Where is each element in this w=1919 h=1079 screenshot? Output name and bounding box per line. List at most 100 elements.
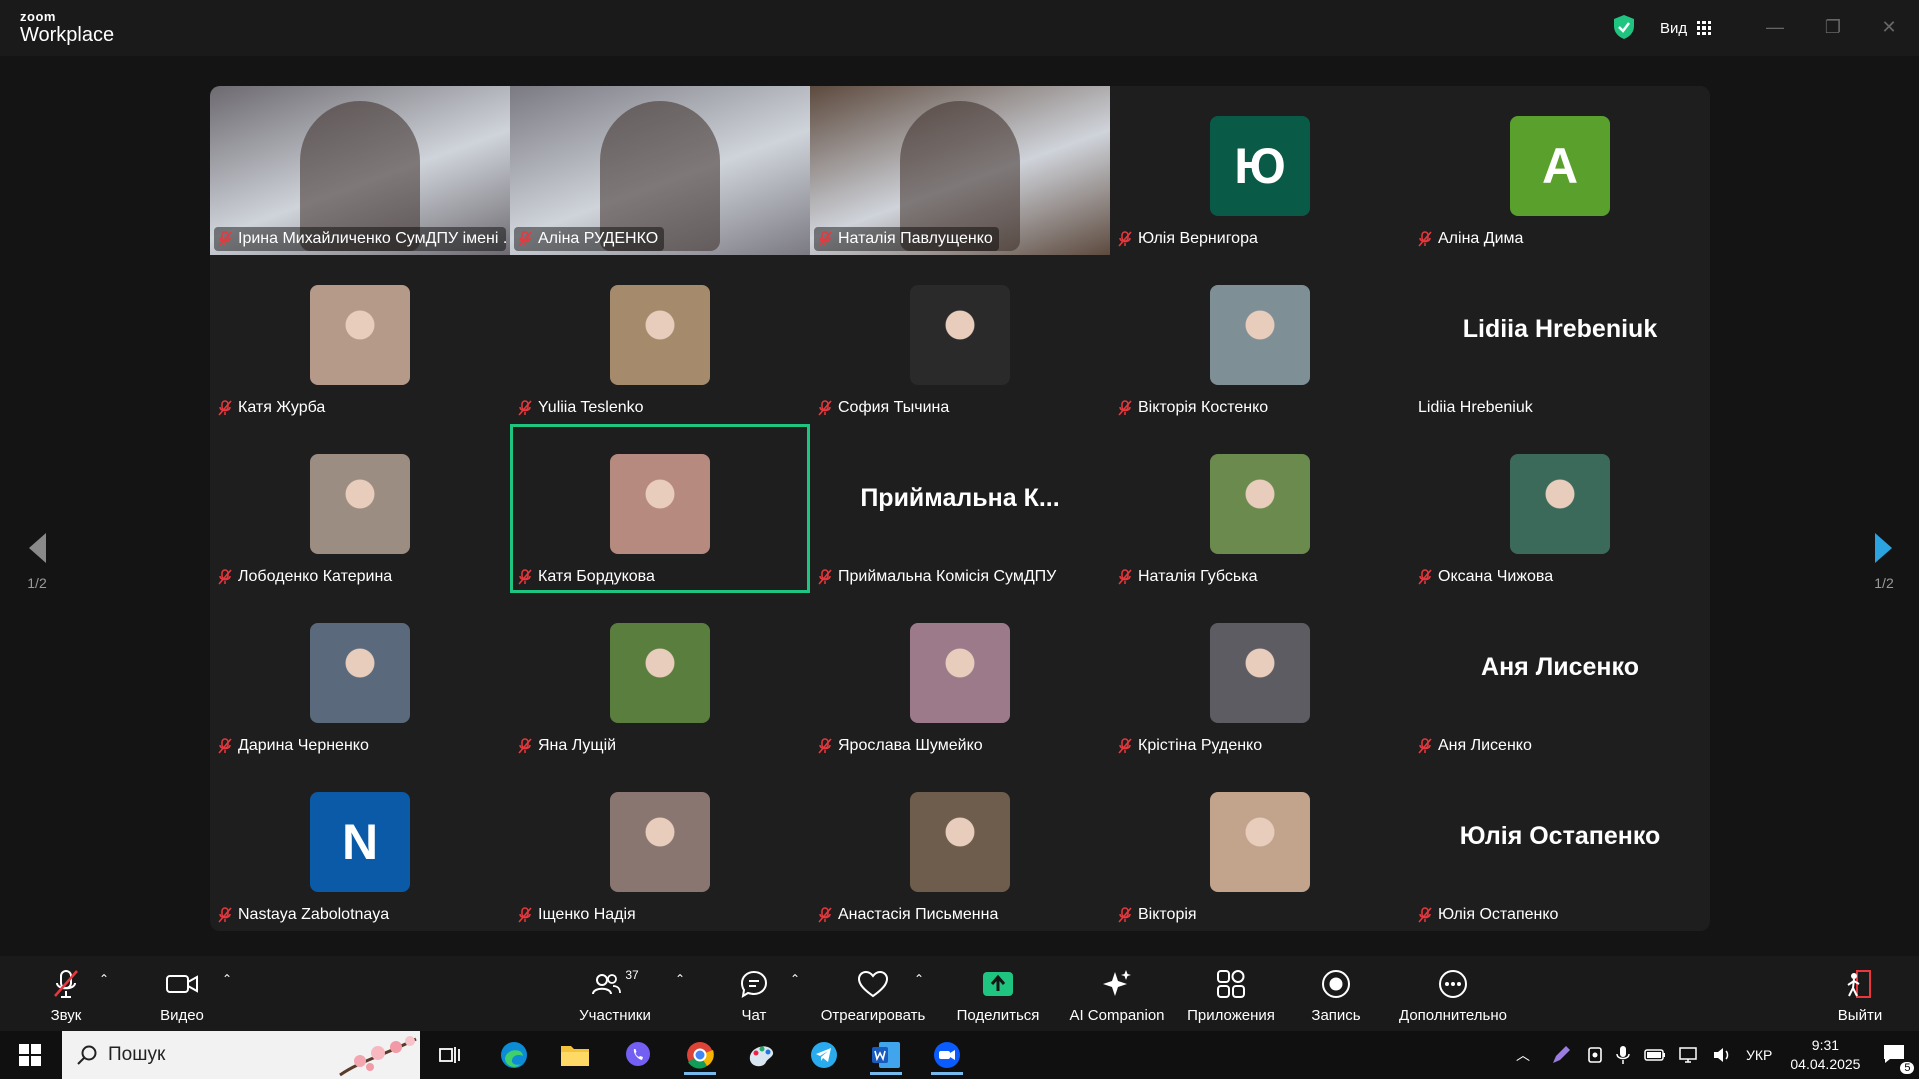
participant-tile[interactable]: Аня Лисенко Аня Лисенко — [1410, 593, 1710, 762]
gallery-view: Ірина Михайличенко СумДПУ імені ... Аліна… — [210, 86, 1710, 931]
react-button[interactable]: Отреагировать — [818, 968, 928, 1024]
participants-button[interactable]: 37 Участники — [575, 968, 655, 1024]
participant-tile[interactable]: Анастасія Письменна — [810, 762, 1110, 931]
share-button[interactable]: Поделиться — [952, 968, 1044, 1024]
participant-tile[interactable]: Вікторія Костенко — [1110, 255, 1410, 424]
avatar — [310, 285, 410, 385]
minimize-icon[interactable]: — — [1762, 14, 1788, 40]
audio-options-caret-icon[interactable]: ⌃ — [99, 972, 109, 986]
participant-tile[interactable]: Lidiia Hrebeniuk Lidiia Hrebeniuk — [1410, 255, 1710, 424]
view-button[interactable]: Вид — [1660, 16, 1712, 40]
participant-tile[interactable]: N Nastaya Zabolotnaya — [210, 762, 510, 931]
more-label: Дополнительно — [1399, 1007, 1507, 1024]
chrome-icon[interactable] — [678, 1035, 722, 1075]
participant-display-name: Юлія Остапенко — [1459, 822, 1661, 850]
logo-brand: zoom — [20, 9, 56, 24]
participant-nameplate: Наталія Губська — [1114, 565, 1264, 589]
mic-muted-icon — [1418, 569, 1432, 585]
pen-tray-icon[interactable] — [1550, 1044, 1572, 1066]
participant-tile[interactable]: Аліна РУДЕНКО — [510, 86, 810, 255]
participant-tile[interactable]: Катя Бордукова — [510, 424, 810, 593]
network-icon[interactable] — [1678, 1046, 1700, 1064]
participant-tile[interactable]: Наталія Павлущенко — [810, 86, 1110, 255]
participant-tile[interactable]: Крістіна Руденко — [1110, 593, 1410, 762]
apps-button[interactable]: Приложения — [1184, 968, 1278, 1024]
apps-icon — [1217, 970, 1245, 998]
participant-tile[interactable]: Дарина Черненко — [210, 593, 510, 762]
participant-tile[interactable]: Лободенко Катерина — [210, 424, 510, 593]
participant-nameplate: Приймальна Комісія СумДПУ — [814, 565, 1062, 589]
next-page-button[interactable]: 1/2 — [1849, 496, 1919, 626]
device-tray-icon[interactable] — [1586, 1045, 1604, 1065]
tray-overflow-chevron-icon[interactable]: ︿ — [1516, 1045, 1530, 1065]
encryption-shield-icon[interactable] — [1612, 14, 1636, 40]
participant-nameplate: Nastaya Zabolotnaya — [214, 903, 395, 927]
participant-tile[interactable]: Вікторія — [1110, 762, 1410, 931]
mic-muted-icon — [818, 569, 832, 585]
zoom-app-icon[interactable] — [925, 1035, 969, 1075]
mic-muted-icon — [1418, 907, 1432, 923]
task-view-icon[interactable] — [428, 1035, 472, 1075]
volume-icon[interactable] — [1712, 1046, 1732, 1064]
participant-tile[interactable]: Яна Лущій — [510, 593, 810, 762]
participant-tile[interactable]: Юлія Остапенко Юлія Остапенко — [1410, 762, 1710, 931]
mic-muted-icon — [1118, 569, 1132, 585]
participant-tile[interactable]: Приймальна К... Приймальна Комісія СумДПУ — [810, 424, 1110, 593]
windows-start-icon[interactable] — [8, 1035, 52, 1075]
avatar — [310, 623, 410, 723]
participant-tile[interactable]: А Аліна Дима — [1410, 86, 1710, 255]
participant-nameplate: Катя Бордукова — [514, 565, 661, 589]
more-button[interactable]: Дополнительно — [1394, 968, 1512, 1024]
microphone-tray-icon[interactable] — [1616, 1045, 1630, 1065]
participant-tile[interactable]: Оксана Чижова — [1410, 424, 1710, 593]
participant-tile[interactable]: Іщенко Надія — [510, 762, 810, 931]
mic-muted-icon — [1418, 738, 1432, 754]
participant-display-name: Lidiia Hrebeniuk — [1462, 315, 1658, 343]
audio-button[interactable]: Звук — [46, 968, 86, 1024]
prev-page-button[interactable]: 1/2 — [2, 496, 72, 626]
react-options-caret-icon[interactable]: ⌃ — [914, 972, 924, 986]
participant-name: Yuliia Teslenko — [538, 399, 644, 416]
maximize-icon[interactable]: ❐ — [1820, 14, 1846, 40]
participant-nameplate: Ярослава Шумейко — [814, 734, 989, 758]
record-button[interactable]: Запись — [1308, 968, 1364, 1024]
participant-tile[interactable]: Yuliia Teslenko — [510, 255, 810, 424]
participant-nameplate: Яна Лущій — [514, 734, 622, 758]
participant-name: Юлія Остапенко — [1438, 906, 1559, 923]
viber-icon[interactable] — [616, 1035, 660, 1075]
ai-companion-button[interactable]: AI Companion — [1066, 968, 1168, 1024]
participant-tile[interactable]: Ю Юлія Вернигора — [1110, 86, 1410, 255]
language-indicator[interactable]: УКР — [1746, 1047, 1772, 1063]
apps-label: Приложения — [1187, 1007, 1275, 1024]
video-button[interactable]: Видео — [152, 968, 212, 1024]
page-indicator-left: 1/2 — [27, 575, 47, 591]
grid-view-icon — [1697, 21, 1712, 35]
participants-options-caret-icon[interactable]: ⌃ — [675, 972, 685, 986]
word-icon[interactable] — [864, 1035, 908, 1075]
participant-nameplate: Ірина Михайличенко СумДПУ імені ... — [214, 227, 506, 251]
participant-name: Аліна Дима — [1438, 230, 1524, 247]
chat-button[interactable]: Чат — [730, 968, 778, 1024]
video-options-caret-icon[interactable]: ⌃ — [222, 972, 232, 986]
paint-icon[interactable] — [739, 1035, 783, 1075]
participant-tile[interactable]: Наталія Губська — [1110, 424, 1410, 593]
telegram-icon[interactable] — [802, 1035, 846, 1075]
leave-button[interactable]: Выйти — [1836, 968, 1884, 1024]
participant-tile[interactable]: Ярослава Шумейко — [810, 593, 1110, 762]
edge-browser-icon[interactable] — [492, 1035, 536, 1075]
file-explorer-icon[interactable] — [553, 1035, 597, 1075]
taskbar-search-box[interactable]: Пошук — [62, 1031, 420, 1079]
participant-tile[interactable]: София Тычина — [810, 255, 1110, 424]
participant-tile[interactable]: Ірина Михайличенко СумДПУ імені ... — [210, 86, 510, 255]
battery-icon[interactable] — [1644, 1048, 1666, 1062]
search-highlight-blossom-icon — [339, 1036, 417, 1077]
leave-label: Выйти — [1837, 1007, 1883, 1024]
share-label: Поделиться — [956, 1007, 1040, 1024]
avatar — [610, 454, 710, 554]
clock[interactable]: 9:31 04.04.2025 — [1790, 1036, 1860, 1074]
chat-options-caret-icon[interactable]: ⌃ — [790, 972, 800, 986]
close-icon[interactable]: ✕ — [1876, 14, 1902, 40]
mic-muted-icon — [218, 907, 232, 923]
notifications-button[interactable]: 5 — [1882, 1043, 1915, 1074]
participant-tile[interactable]: Катя Журба — [210, 255, 510, 424]
